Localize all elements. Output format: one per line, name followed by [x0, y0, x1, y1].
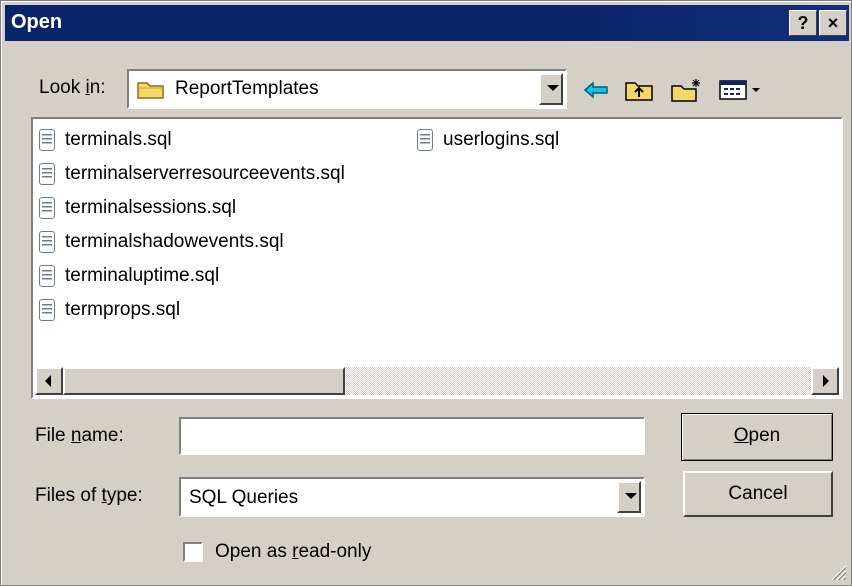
scroll-right-arrow-icon	[823, 375, 829, 387]
close-button[interactable]: ×	[819, 10, 847, 36]
up-one-level-icon[interactable]	[623, 75, 655, 105]
view-menu-icon[interactable]	[717, 75, 765, 105]
file-item[interactable]: terminalsessions.sql	[39, 193, 236, 223]
open-button-rest: pen	[748, 425, 781, 446]
scroll-right-button[interactable]	[811, 367, 839, 395]
open-button-label: Open	[734, 425, 780, 446]
files-of-type-label-post: ype:	[106, 485, 143, 506]
sql-file-icon	[39, 197, 55, 219]
file-name-text: terminalshadowevents.sql	[65, 231, 284, 252]
cancel-button[interactable]: Cancel	[683, 471, 833, 517]
read-only-checkbox[interactable]	[183, 542, 203, 562]
sql-file-icon	[39, 299, 55, 321]
sql-file-icon	[417, 129, 433, 151]
sql-file-icon	[39, 231, 55, 253]
sql-file-icon	[39, 265, 55, 287]
file-item[interactable]: terminalserverresourceevents.sql	[39, 159, 345, 189]
look-in-combo[interactable]: ReportTemplates	[127, 69, 567, 109]
read-only-label-pre: Open as	[215, 541, 293, 562]
file-name-label-pre: File	[35, 425, 71, 446]
file-item[interactable]: terminalshadowevents.sql	[39, 227, 284, 257]
sql-file-icon	[39, 163, 55, 185]
folder-icon	[137, 79, 165, 99]
file-name-text: termprops.sql	[65, 299, 181, 320]
read-only-label-post: ead-only	[298, 541, 372, 562]
files-of-type-value: SQL Queries	[189, 487, 299, 508]
file-list[interactable]: terminals.sql terminalserverresourceevent…	[31, 117, 843, 399]
look-in-label: Look in:	[39, 77, 106, 99]
file-name-text: terminalsessions.sql	[65, 197, 237, 218]
files-of-type-combo[interactable]: SQL Queries	[179, 477, 645, 517]
file-item[interactable]: terminaluptime.sql	[39, 261, 219, 291]
file-name-label-post: ame:	[81, 425, 124, 446]
resize-grip-icon[interactable]	[829, 563, 847, 581]
file-name-text: terminals.sql	[65, 129, 172, 150]
back-arrow-icon[interactable]	[581, 75, 611, 105]
look-in-label-post: n:	[89, 77, 106, 98]
file-name-label-accel: n	[70, 425, 82, 446]
scroll-thumb[interactable]	[63, 367, 345, 395]
file-name-text: terminaluptime.sql	[65, 265, 220, 286]
look-in-label-pre: Look	[39, 77, 86, 98]
scroll-left-arrow-icon	[45, 375, 51, 387]
files-of-type-dropdown-button[interactable]	[617, 481, 641, 513]
sql-file-icon	[39, 129, 55, 151]
open-button-accel: O	[733, 425, 749, 446]
files-of-type-label-pre: Files of	[35, 485, 102, 506]
cancel-button-label: Cancel	[728, 483, 788, 504]
look-in-dropdown-button[interactable]	[539, 73, 563, 105]
file-name-text: terminalserverresourceevents.sql	[65, 163, 345, 184]
file-name-label: File name:	[35, 425, 124, 447]
file-item[interactable]: termprops.sql	[39, 295, 180, 325]
open-dialog: Open ? × Look in: ReportTemplates termin…	[0, 0, 852, 586]
scroll-left-button[interactable]	[35, 367, 63, 395]
new-folder-icon[interactable]	[669, 75, 705, 105]
file-item[interactable]: terminals.sql	[39, 125, 172, 155]
title-bar[interactable]: Open ? ×	[5, 5, 849, 41]
window-title: Open	[11, 11, 63, 33]
file-name-text: userlogins.sql	[443, 129, 560, 150]
horizontal-scrollbar[interactable]	[35, 367, 839, 395]
file-item[interactable]: userlogins.sql	[417, 125, 559, 155]
open-button[interactable]: Open	[681, 413, 833, 461]
read-only-label[interactable]: Open as read-only	[215, 541, 371, 563]
look-in-value: ReportTemplates	[175, 78, 319, 99]
files-of-type-label: Files of type:	[35, 485, 143, 507]
file-name-input[interactable]	[179, 417, 645, 455]
help-button[interactable]: ?	[789, 10, 817, 36]
